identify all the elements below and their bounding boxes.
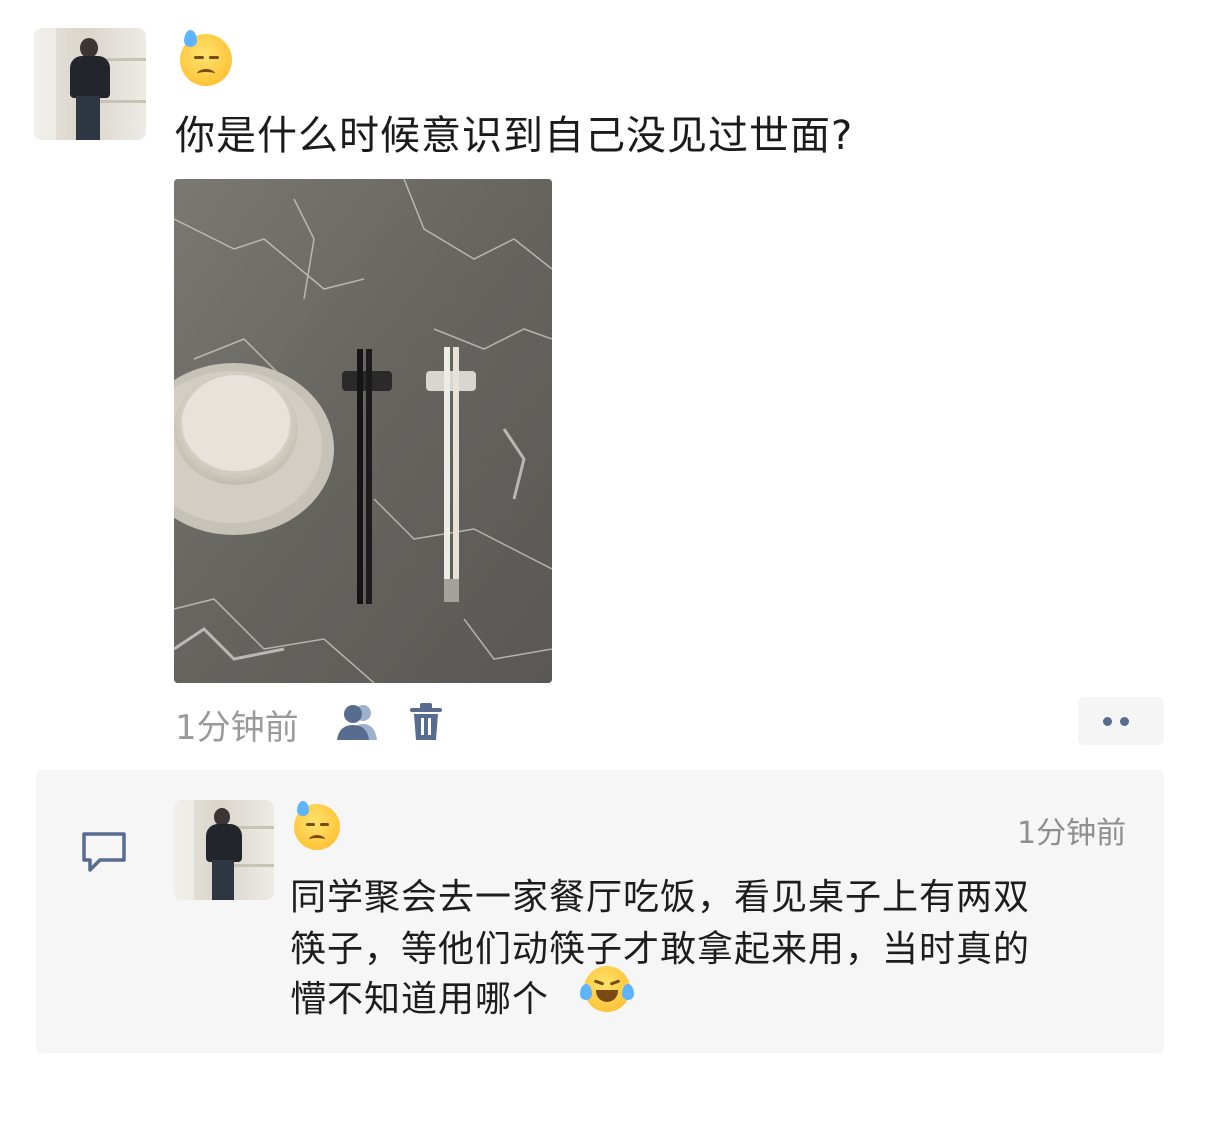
post-photo[interactable] [174,179,552,683]
trash-icon[interactable] [408,702,444,742]
crying-laughing-emoji [580,966,634,1012]
photo-artwork [174,179,552,683]
more-dots-icon [1103,717,1112,726]
comment-avatar[interactable] [174,800,274,900]
more-options-button[interactable] [1078,697,1164,745]
post-timestamp: 1分钟前 [175,708,299,748]
people-icon[interactable] [335,702,381,742]
comment-text-line: 同学聚会去一家餐厅吃饭，看见桌子上有两双 [290,877,1031,918]
post-avatar[interactable] [34,28,146,140]
post-title: 你是什么时候意识到自己没见过世面? [175,113,854,159]
anxious-sweat-emoji [294,801,340,850]
comment-bubble-icon [82,832,126,872]
anxious-sweat-emoji [180,30,232,86]
comment-text-line: 筷子，等他们动筷子才敢拿起来用，当时真的 [290,929,1031,970]
comment-text-line: 懵不知道用哪个 [290,979,550,1020]
comment-timestamp: 1分钟前 [1017,816,1127,851]
